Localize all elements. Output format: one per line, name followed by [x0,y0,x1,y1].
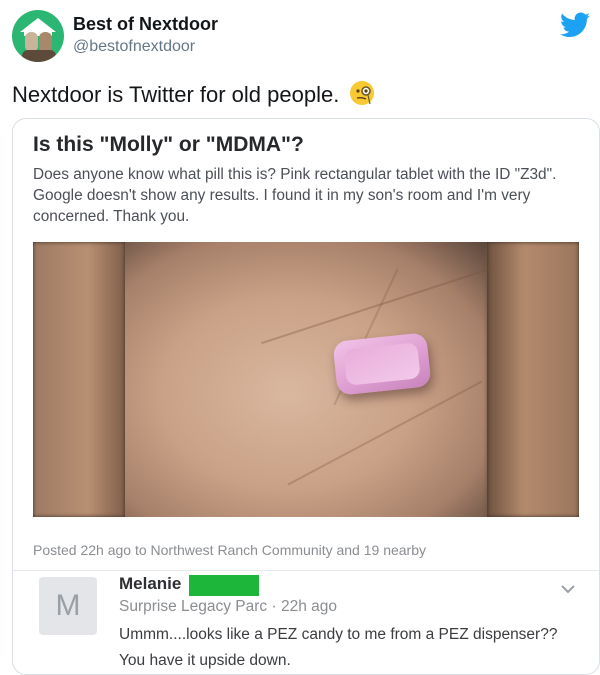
profile-avatar[interactable] [12,10,64,62]
photo-blur-left [33,242,125,517]
avatar-figures-body [22,50,56,62]
author-name[interactable]: Best of Nextdoor [73,14,218,35]
muppet-figure-right [39,32,52,52]
photo-blur-right [487,242,579,517]
tweet-text: Nextdoor is Twitter for old people. [12,80,375,108]
palm-crease [261,261,509,345]
comment-text: Ummm....looks like a PEZ candy to me fro… [119,626,558,669]
pink-tablet [332,332,432,396]
muppet-figure-left [25,32,38,52]
divider [13,570,599,571]
face-with-monocle-icon [350,81,375,105]
post-photo[interactable] [33,242,579,517]
author-handle[interactable]: @bestofnextdoor [73,38,195,56]
twitter-bird-icon[interactable] [560,12,590,38]
commenter-name[interactable]: Melanie [119,574,181,594]
hand-palm [125,242,509,517]
name-redaction-bar [189,575,259,596]
tweet-text-content: Nextdoor is Twitter for old people. [12,82,340,107]
post-title: Is this "Molly" or "MDMA"? [33,133,304,156]
commenter-avatar[interactable]: M [39,577,97,635]
post-body: Does anyone know what pill this is? Pink… [33,166,557,225]
commenter-location-time: Surprise Legacy Parc · 22h ago [119,598,337,615]
chevron-down-icon[interactable] [560,581,576,597]
embedded-post-card[interactable]: Is this "Molly" or "MDMA"? Does anyone k… [12,118,600,675]
tablet-imprint [343,342,421,386]
palm-crease [287,380,483,486]
post-meta: Posted 22h ago to Northwest Ranch Commun… [33,542,427,558]
